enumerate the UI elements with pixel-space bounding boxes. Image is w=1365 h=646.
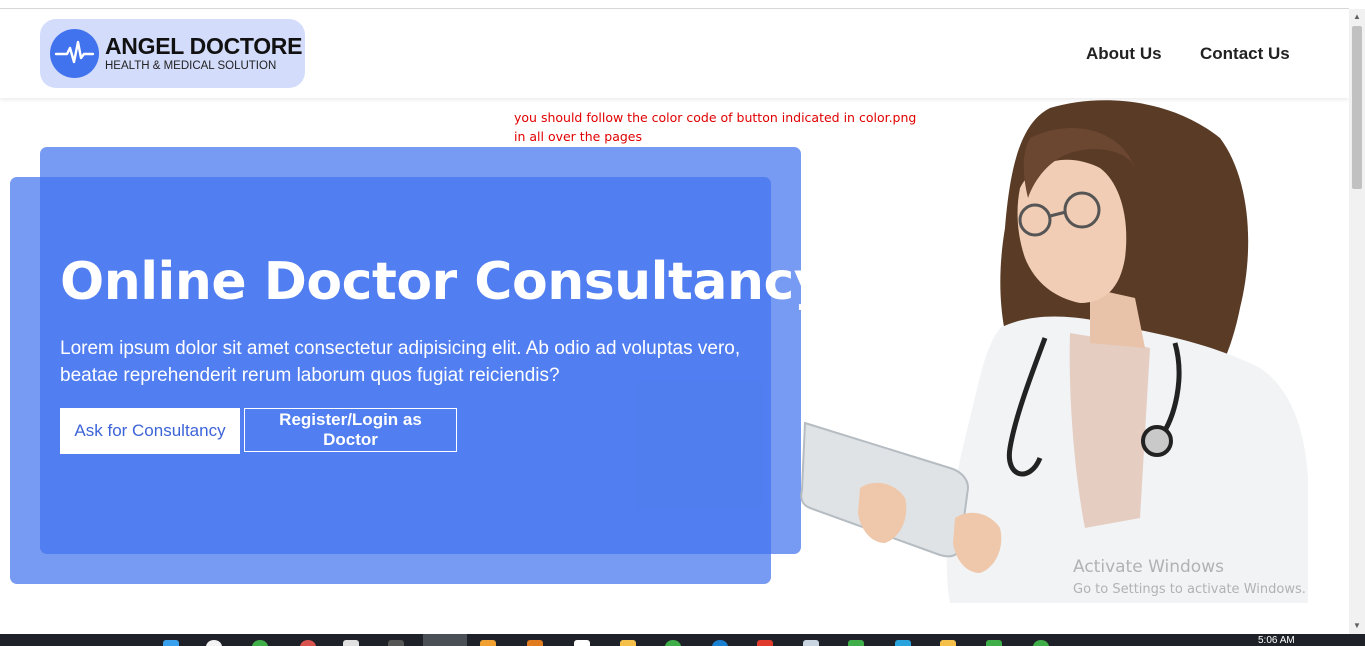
- taskbar-app-icon[interactable]: [527, 640, 543, 646]
- activate-windows-title: Activate Windows: [1073, 557, 1224, 577]
- taskbar-app-icon[interactable]: [1033, 640, 1049, 646]
- scroll-up-arrow-icon[interactable]: ▲: [1349, 9, 1365, 25]
- doctor-image: [800, 98, 1310, 603]
- nav-about-us[interactable]: About Us: [1086, 44, 1162, 64]
- taskbar-app-icon[interactable]: [300, 640, 316, 646]
- taskbar-app-icon[interactable]: [480, 640, 496, 646]
- taskbar-app-icon[interactable]: [803, 640, 819, 646]
- taskbar-app-icon[interactable]: [388, 640, 404, 646]
- taskbar-app-icon[interactable]: [940, 640, 956, 646]
- scroll-down-arrow-icon[interactable]: ▼: [1349, 618, 1365, 634]
- activate-windows-subtitle: Go to Settings to activate Windows.: [1073, 582, 1306, 597]
- taskbar-app-icon[interactable]: [895, 640, 911, 646]
- hero-description: Lorem ipsum dolor sit amet consectetur a…: [60, 338, 741, 386]
- ask-consultancy-button[interactable]: Ask for Consultancy: [60, 408, 240, 454]
- logo-title: ANGEL DOCTORE: [105, 33, 303, 59]
- taskbar-app-icon[interactable]: [848, 640, 864, 646]
- taskbar-app-icon[interactable]: [163, 640, 179, 646]
- hero-title: Online Doctor Consultancy: [60, 252, 828, 312]
- taskbar: 5:06 AM: [0, 634, 1365, 646]
- taskbar-app-icon[interactable]: [665, 640, 681, 646]
- taskbar-app-icon[interactable]: [423, 634, 467, 646]
- vertical-scrollbar[interactable]: ▲ ▼: [1349, 9, 1365, 634]
- logo-subtitle: HEALTH & MEDICAL SOLUTION: [105, 60, 277, 72]
- taskbar-app-icon[interactable]: [252, 640, 268, 646]
- scroll-thumb[interactable]: [1352, 26, 1362, 189]
- logo[interactable]: ANGEL DOCTORE HEALTH & MEDICAL SOLUTION: [40, 19, 305, 88]
- taskbar-app-icon[interactable]: [620, 640, 636, 646]
- taskbar-app-icon[interactable]: [343, 640, 359, 646]
- heartbeat-icon: [50, 29, 99, 78]
- taskbar-app-icon[interactable]: [574, 640, 590, 646]
- navbar: ANGEL DOCTORE HEALTH & MEDICAL SOLUTION …: [0, 9, 1349, 98]
- taskbar-app-icon[interactable]: [986, 640, 1002, 646]
- register-login-doctor-button[interactable]: Register/Login as Doctor: [244, 408, 457, 452]
- taskbar-app-icon[interactable]: [206, 640, 222, 646]
- taskbar-clock[interactable]: 5:06 AM: [1258, 635, 1295, 646]
- nav-contact-us[interactable]: Contact Us: [1200, 44, 1290, 64]
- taskbar-app-icon[interactable]: [712, 640, 728, 646]
- taskbar-app-icon[interactable]: [757, 640, 773, 646]
